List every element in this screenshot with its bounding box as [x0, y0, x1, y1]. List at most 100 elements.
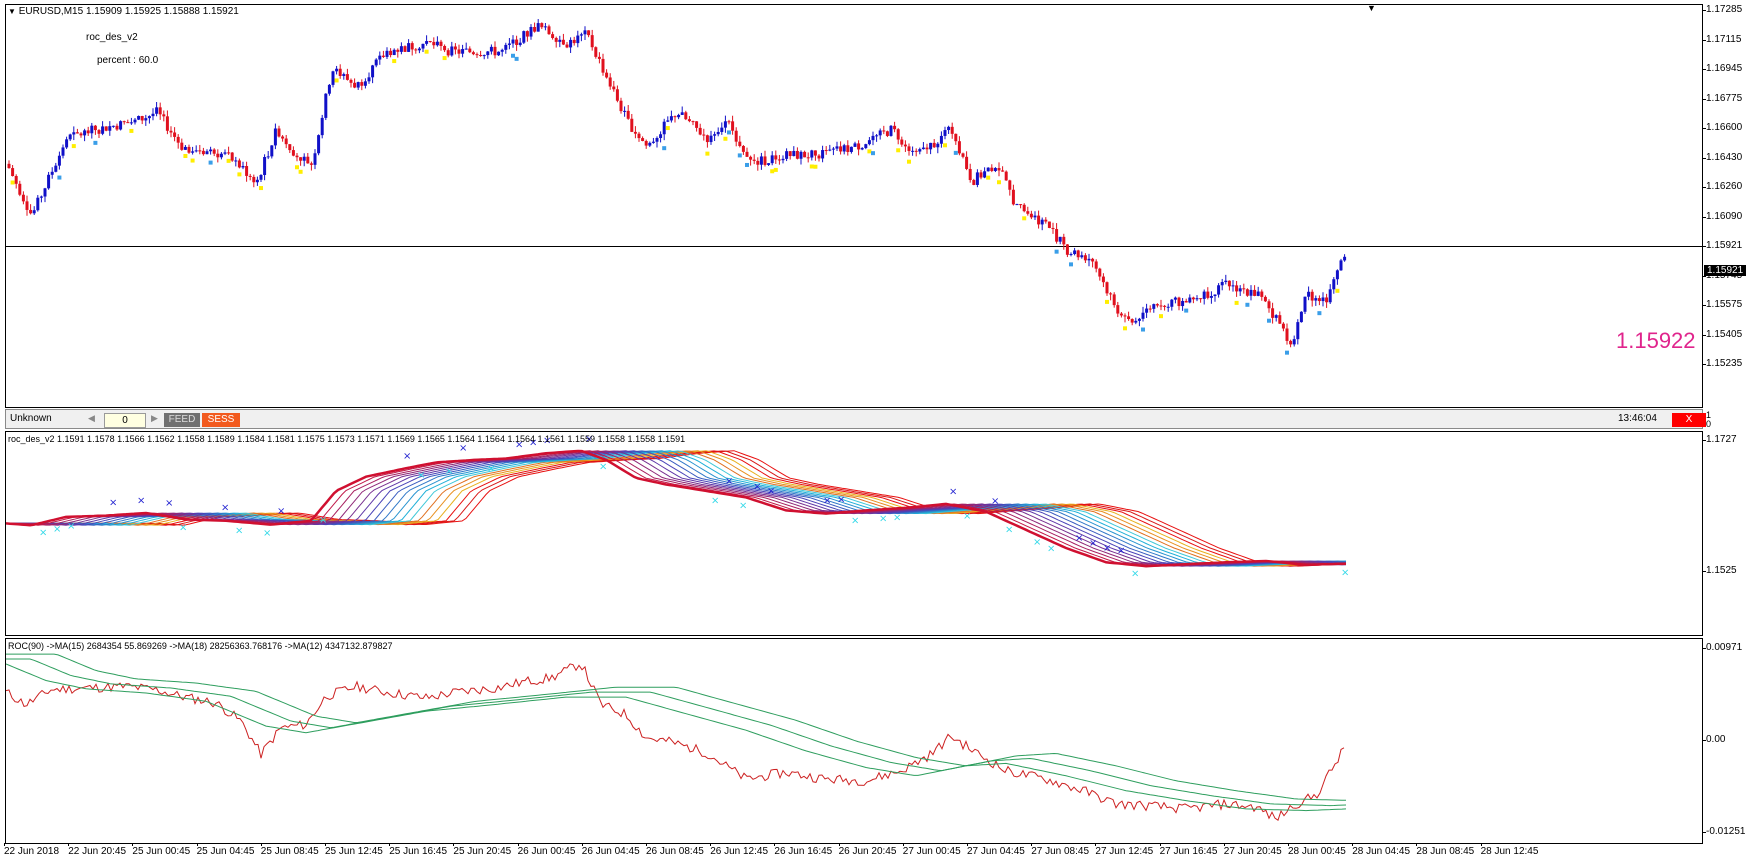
shift-marker-icon[interactable]: ▼ [1367, 5, 1376, 13]
candle-body [345, 74, 349, 80]
candle-body [165, 116, 169, 131]
ribbon-line [6, 450, 1347, 567]
close-button[interactable]: X [1672, 413, 1706, 427]
terminal-status-bar: Unknown ◀ 0 ▶ FEED SESS 13:46:04 X [5, 409, 1706, 429]
price-axis[interactable]: 1.17285 1.17115 1.16945 1.16775 1.16600 1.164… [1702, 4, 1751, 408]
candle-body [651, 141, 655, 143]
signal-cross: × [53, 524, 61, 535]
candle-body [914, 150, 918, 152]
x-tick-label: 28 Jun 08:45 [1416, 843, 1475, 857]
signal-marker [57, 175, 62, 180]
candle-body [893, 125, 897, 130]
candle-body [1037, 215, 1041, 225]
signal-cross: × [991, 496, 999, 507]
candle-body [248, 175, 252, 177]
candle-body [673, 116, 677, 118]
candle-body [317, 135, 321, 154]
candle-body [1145, 308, 1149, 313]
candle-body [867, 140, 871, 145]
x-tick-label: 25 Jun 00:45 [132, 843, 191, 857]
signal-marker [514, 56, 519, 61]
candle-body [54, 165, 58, 172]
candle-body [1227, 280, 1231, 287]
signal-marker [1234, 300, 1239, 305]
candle-body [756, 160, 760, 165]
candle-body [1083, 255, 1087, 261]
candle-body [605, 72, 609, 78]
signal-marker [665, 126, 670, 131]
candle-body [648, 142, 652, 146]
signal-cross: × [67, 521, 75, 532]
roc-des-indicator-pane[interactable]: × × × × × × × × × × × × × × × × × × × × × × × × × × × × × × × × × × × × × × × ×… [5, 431, 1703, 636]
candle-body [716, 131, 720, 135]
signal-marker [1245, 302, 1250, 307]
candle-body [626, 110, 630, 119]
candle-body [1058, 236, 1062, 242]
current-price-tag: 1.15921 [1704, 265, 1747, 276]
candle-body [831, 148, 835, 150]
candle-body [1091, 258, 1095, 262]
candle-body [237, 160, 241, 168]
candle-body [612, 86, 616, 90]
price-chart-pane[interactable]: ▼ EURUSD,M15 1.15909 1.15925 1.15888 1.1… [5, 4, 1703, 408]
sess-button[interactable]: SESS [202, 413, 240, 427]
candle-body [1267, 301, 1271, 309]
candle-body [921, 147, 925, 150]
signal-cross: × [39, 527, 47, 538]
counter-right-arrow-icon[interactable]: ▶ [151, 413, 158, 424]
candle-body [918, 149, 922, 152]
candle-body [68, 134, 72, 140]
candle-body [1256, 291, 1260, 296]
candle-body [1314, 298, 1318, 301]
candle-body [306, 156, 310, 164]
pane-collapse-icon[interactable]: ▼ [8, 7, 16, 16]
counter-left-arrow-icon[interactable]: ◀ [88, 413, 95, 424]
candle-body [1123, 315, 1127, 317]
candle-body [79, 133, 83, 136]
signal-marker [392, 59, 397, 64]
candle-body [1141, 312, 1145, 319]
y-tick-label: 1.16945 [1702, 63, 1743, 74]
candle-body [18, 183, 22, 195]
signal-cross: × [459, 443, 467, 454]
roc-axis[interactable]: 0.00971 0.00 -0.01251 [1702, 638, 1751, 844]
candle-body [572, 39, 576, 44]
candle-body [324, 93, 328, 118]
candle-body [1011, 189, 1015, 205]
candle-body [255, 179, 259, 183]
candle-body [158, 107, 162, 115]
candle-body [360, 82, 364, 86]
candle-body [209, 149, 213, 152]
signal-cross: × [949, 486, 957, 497]
signal-cross: × [1033, 537, 1041, 548]
candle-body [180, 142, 184, 150]
candle-body [803, 151, 807, 158]
signal-marker [442, 56, 447, 61]
candle-body [1155, 304, 1159, 306]
roc-des-axis[interactable]: 1.1727 1.1525 [1703, 431, 1751, 636]
candle-body [1137, 318, 1141, 321]
signal-marker [190, 158, 195, 163]
candle-body [911, 150, 915, 152]
time-axis[interactable]: 22 Jun 2018 22 Jun 20:45 25 Jun 00:45 25 Ju… [0, 843, 1751, 865]
candle-body [1245, 289, 1249, 296]
candle-body [399, 46, 403, 52]
candle-body [119, 121, 123, 130]
candle-body [191, 151, 195, 153]
counter-field[interactable]: 0 [104, 413, 146, 428]
candle-body [810, 150, 814, 158]
roc-indicator-pane[interactable]: ROC(90) ->MA(15) 2684354 55.869269 ->MA(… [5, 638, 1703, 844]
feed-button[interactable]: FEED [164, 413, 200, 427]
candle-body [374, 59, 378, 66]
server-time: 13:46:04 [1618, 413, 1657, 424]
candle-body [878, 130, 882, 136]
candle-body [50, 171, 54, 175]
candle-body [57, 155, 61, 166]
candle-body [266, 156, 270, 158]
signal-marker [1123, 326, 1127, 331]
candle-body [198, 150, 202, 152]
candle-body [486, 51, 490, 56]
x-tick-label: 28 Jun 12:45 [1480, 843, 1539, 857]
ribbon-line [6, 450, 1347, 567]
signal-marker [809, 164, 814, 169]
